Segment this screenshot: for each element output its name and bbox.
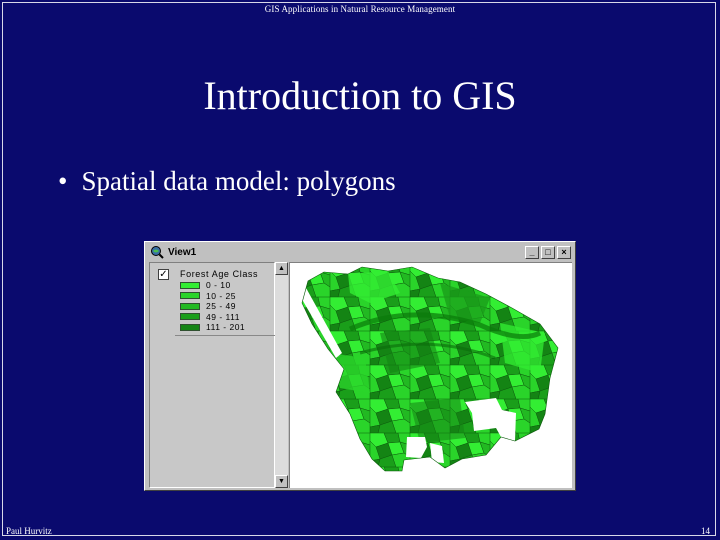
- legend-class-label: 10 - 25: [206, 290, 236, 301]
- legend-class-item: 10 - 25: [180, 291, 245, 301]
- scroll-down-arrow[interactable]: ▼: [275, 475, 288, 488]
- window-titlebar[interactable]: View1 _ □ ×: [147, 244, 573, 260]
- slide-header: GIS Applications in Natural Resource Man…: [264, 4, 456, 14]
- legend-class-item: 0 - 10: [180, 280, 245, 290]
- legend-class-item: 49 - 111: [180, 312, 245, 322]
- forest-polygon-map: [301, 266, 559, 472]
- table-of-contents: ✓ Forest Age Class 0 - 10 10 - 25 25 - 49 4…: [149, 262, 283, 488]
- legend-swatch: [180, 302, 200, 310]
- magnifier-globe-icon: [151, 246, 164, 259]
- footer-author: Paul Hurvitz: [6, 526, 52, 536]
- minimize-button[interactable]: _: [525, 245, 539, 259]
- view-window: View1 _ □ × ✓ Forest Age Class 0 - 10 10 …: [144, 241, 576, 491]
- scroll-up-arrow[interactable]: ▲: [275, 262, 288, 275]
- bullet-item: • Spatial data model: polygons: [58, 166, 396, 197]
- theme-title[interactable]: Forest Age Class: [180, 269, 258, 279]
- theme-visibility-checkbox[interactable]: ✓: [158, 269, 169, 280]
- page-number: 14: [701, 526, 710, 536]
- window-title: View1: [168, 246, 197, 258]
- bullet-text: Spatial data model: polygons: [81, 166, 396, 196]
- map-canvas[interactable]: [289, 262, 572, 488]
- bullet-glyph: •: [58, 166, 68, 196]
- maximize-button[interactable]: □: [541, 245, 555, 259]
- legend-class-label: 111 - 201: [206, 322, 246, 332]
- legend-class-label: 25 - 49: [206, 301, 236, 311]
- legend-swatch: [180, 323, 200, 331]
- legend-class-list: 0 - 10 10 - 25 25 - 49 49 - 111 111 - 201: [180, 280, 245, 333]
- legend-class-item: 25 - 49: [180, 301, 245, 311]
- legend-divider: [175, 335, 283, 336]
- legend-class-item: 111 - 201: [180, 322, 245, 332]
- legend-swatch: [180, 292, 200, 299]
- legend-class-label: 49 - 111: [206, 311, 240, 322]
- legend-swatch: [180, 313, 200, 320]
- legend-scrollbar[interactable]: ▲ ▼: [275, 262, 288, 488]
- legend-class-label: 0 - 10: [206, 280, 231, 290]
- slide-title: Introduction to GIS: [203, 73, 517, 118]
- legend-swatch: [180, 281, 200, 289]
- close-button[interactable]: ×: [557, 245, 571, 259]
